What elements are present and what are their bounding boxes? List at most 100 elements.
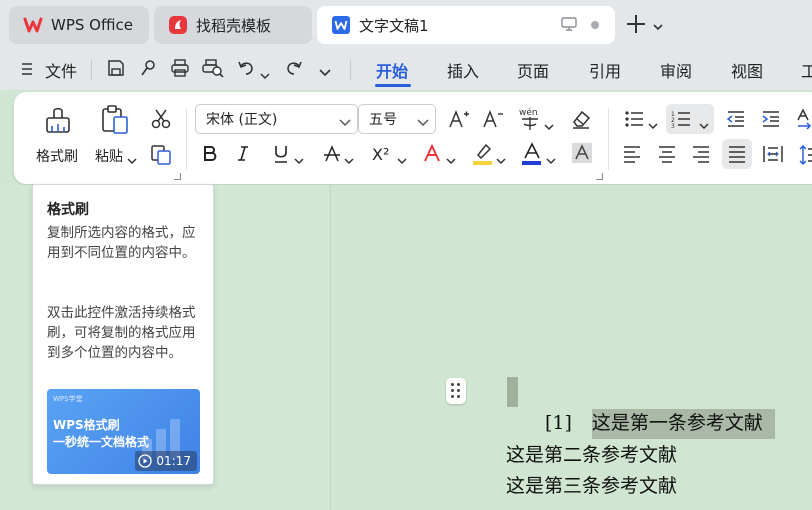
justify-button[interactable] xyxy=(722,139,752,169)
video-duration-badge: 01:17 xyxy=(135,451,197,471)
video-title: WPS格式刷 xyxy=(53,418,120,432)
align-center-icon[interactable] xyxy=(657,145,677,167)
format-painter-button[interactable]: 格式刷 xyxy=(36,146,78,166)
tab-document[interactable]: 文字文稿1 xyxy=(317,6,615,44)
monitor-icon[interactable] xyxy=(561,17,577,35)
menu-references[interactable]: 引用 xyxy=(589,58,621,82)
paste-button[interactable]: 粘贴 xyxy=(95,146,123,166)
text-direction-icon[interactable] xyxy=(796,108,812,134)
menu-insert[interactable]: 插入 xyxy=(447,58,479,82)
numbered-list-icon: 123 xyxy=(671,109,691,133)
undo-chevron-icon[interactable] xyxy=(260,65,270,84)
decrease-indent-icon[interactable] xyxy=(726,109,746,133)
italic-icon[interactable] xyxy=(234,144,252,168)
line-spacing-icon[interactable] xyxy=(798,144,812,170)
chevron-down-icon xyxy=(417,115,429,131)
highlight-chevron-icon[interactable] xyxy=(496,150,506,169)
menu-tools[interactable]: 工 xyxy=(801,58,812,82)
strikethrough-chevron-icon[interactable] xyxy=(344,150,354,169)
chevron-down-icon[interactable] xyxy=(652,17,664,36)
video-brand: WPS学堂 xyxy=(53,395,83,403)
font-color-icon[interactable] xyxy=(521,142,543,170)
menu-home[interactable]: 开始 xyxy=(376,58,408,82)
font-size-value: 五号 xyxy=(369,112,397,128)
ribbon-panel: 格式刷 粘贴 宋体 (正文) 五号 wén X² 1 2 3 xyxy=(14,92,812,184)
menu-file[interactable]: 文件 xyxy=(45,58,77,82)
character-shading-icon[interactable] xyxy=(572,143,592,167)
tab-label: 文字文稿1 xyxy=(359,16,429,35)
paste-chevron-icon[interactable] xyxy=(127,150,137,169)
format-painter-tooltip: 格式刷 复制所选内容的格式，应用到不同位置的内容中。 双击此控件激活持续格式刷，… xyxy=(32,184,214,485)
bullet-list-icon[interactable] xyxy=(624,109,644,133)
video-duration: 01:17 xyxy=(156,454,191,468)
font-name-value: 宋体 (正文) xyxy=(206,112,278,128)
tab-wps-office[interactable]: WPS Office xyxy=(9,6,149,44)
font-color-chevron-icon[interactable] xyxy=(546,150,556,169)
text-effect-icon[interactable] xyxy=(422,143,442,169)
divider xyxy=(91,60,92,80)
paste-icon[interactable] xyxy=(100,104,130,140)
more-chevron-icon[interactable] xyxy=(318,63,332,82)
phonetic-guide-icon[interactable]: wén xyxy=(518,106,542,136)
svg-text:3: 3 xyxy=(671,123,675,129)
tooltip-double-click-hint: 双击此控件激活持续格式刷，可将复制的格式应用到多个位置的内容中。 xyxy=(47,305,196,361)
phonetic-chevron-icon[interactable] xyxy=(544,116,554,135)
copy-icon[interactable] xyxy=(150,144,172,170)
save-icon[interactable] xyxy=(106,58,126,82)
font-size-select[interactable]: 五号 xyxy=(358,104,436,134)
chevron-down-icon xyxy=(339,115,351,131)
font-dialog-launcher-icon[interactable] xyxy=(596,173,603,180)
format-painter-quick-icon[interactable] xyxy=(138,58,158,82)
wps-logo-icon xyxy=(23,15,43,35)
underline-chevron-icon[interactable] xyxy=(294,150,304,169)
divider xyxy=(186,108,187,170)
highlight-color-icon[interactable] xyxy=(472,142,494,170)
bold-icon[interactable] xyxy=(201,144,219,168)
align-justify-icon xyxy=(727,145,747,167)
print-preview-icon[interactable] xyxy=(202,58,224,82)
tab-template[interactable]: 找稻壳模板 xyxy=(154,6,312,44)
distributed-align-icon[interactable] xyxy=(762,144,784,168)
clipboard-dialog-launcher-icon[interactable] xyxy=(174,173,181,180)
menu-bar: 文件 开始 插入 页面 引用 审阅 视图 工 xyxy=(0,48,812,90)
format-painter-icon[interactable] xyxy=(44,106,72,140)
clear-format-eraser-icon[interactable] xyxy=(570,108,592,134)
menu-review[interactable]: 审阅 xyxy=(660,58,692,82)
numbered-chevron-icon xyxy=(699,115,709,134)
unsaved-dot-icon[interactable] xyxy=(591,21,599,29)
tab-label: WPS Office xyxy=(51,16,133,34)
increase-indent-icon[interactable] xyxy=(761,109,781,133)
align-left-icon[interactable] xyxy=(622,145,642,167)
tutorial-video-thumbnail[interactable]: WPS学堂 WPS格式刷 一秒统一文档格式 01:17 xyxy=(47,389,200,474)
numbered-list-button[interactable]: 123 xyxy=(666,104,714,134)
align-right-icon[interactable] xyxy=(691,145,711,167)
bullet-chevron-icon[interactable] xyxy=(648,115,658,134)
print-icon[interactable] xyxy=(170,58,190,82)
strikethrough-icon[interactable] xyxy=(322,144,342,168)
reference-line-3[interactable]: 这是第三条参考文献 xyxy=(506,471,677,498)
text-effect-chevron-icon[interactable] xyxy=(446,150,456,169)
video-subtitle: 一秒统一文档格式 xyxy=(53,435,150,449)
hamburger-menu-icon[interactable] xyxy=(20,61,34,81)
svg-text:wén: wén xyxy=(519,107,538,118)
font-name-select[interactable]: 宋体 (正文) xyxy=(195,104,358,134)
new-tab-plus-icon[interactable] xyxy=(624,12,648,36)
cut-scissors-icon[interactable] xyxy=(150,108,172,134)
play-icon xyxy=(138,454,153,468)
superscript-chevron-icon[interactable] xyxy=(397,150,407,169)
menu-view[interactable]: 视图 xyxy=(731,58,763,82)
active-tab-underline xyxy=(375,84,411,87)
shrink-font-icon[interactable] xyxy=(482,108,504,134)
tooltip-description: 复制所选内容的格式，应用到不同位置的内容中。 xyxy=(47,225,196,261)
menu-page[interactable]: 页面 xyxy=(517,58,549,82)
selection-caret xyxy=(507,377,518,407)
underline-icon[interactable] xyxy=(272,144,290,168)
drag-handle-icon[interactable] xyxy=(446,378,466,404)
selected-reference-text: 这是第一条参考文献 xyxy=(591,409,775,439)
superscript-button[interactable]: X² xyxy=(372,145,389,164)
reference-line-2[interactable]: 这是第二条参考文献 xyxy=(506,440,677,467)
grow-font-icon[interactable] xyxy=(448,108,470,134)
reference-line-1[interactable]: [1] 这是第一条参考文献 xyxy=(545,408,775,439)
redo-icon[interactable] xyxy=(284,58,304,82)
undo-icon[interactable] xyxy=(236,58,256,82)
